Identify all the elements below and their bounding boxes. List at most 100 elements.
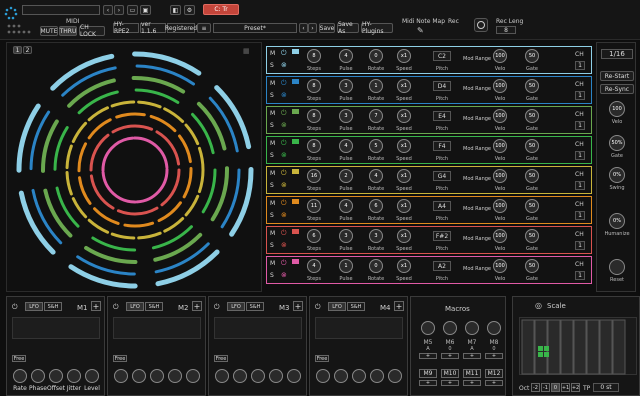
lfo-knob[interactable] (215, 369, 229, 383)
speed-knob[interactable]: x1 (397, 199, 411, 213)
velo-knob[interactable]: 100 (493, 199, 507, 213)
ch-lock-button[interactable]: CH LOCK (79, 24, 105, 38)
preset-prev-button[interactable]: ‹ (299, 23, 308, 33)
solo-button[interactable]: S (270, 212, 274, 219)
random-icon[interactable]: ⊗ (281, 181, 287, 189)
steps-knob[interactable]: 8 (307, 139, 321, 153)
preset-name[interactable]: Preset* (213, 23, 297, 33)
track-color-chip[interactable] (292, 169, 299, 174)
sh-tab[interactable]: S&H (347, 302, 365, 311)
track-color-chip[interactable] (292, 229, 299, 234)
macro-knob[interactable] (421, 321, 435, 335)
solo-button[interactable]: S (270, 182, 274, 189)
track-color-chip[interactable] (292, 199, 299, 204)
power-icon[interactable]: ⏻ (281, 79, 287, 88)
velo-knob[interactable]: 100 (493, 49, 507, 63)
random-icon[interactable]: ⊗ (281, 91, 287, 99)
pulse-knob[interactable]: 2 (339, 169, 353, 183)
lfo-knob[interactable] (150, 369, 164, 383)
macro-knob[interactable] (443, 321, 457, 335)
power-icon[interactable]: ⏻ (281, 49, 287, 58)
pitch-value[interactable]: F4 (433, 141, 451, 151)
macro-add-button[interactable]: + (485, 380, 503, 386)
pitch-value[interactable]: F#2 (433, 231, 451, 241)
gate-knob[interactable]: 50 (525, 49, 539, 63)
brand-button[interactable]: HY-Plugins (361, 21, 393, 35)
view-icon[interactable]: ◧ (170, 5, 181, 15)
solo-button[interactable]: S (270, 152, 274, 159)
track-color-chip[interactable] (292, 139, 299, 144)
lfo-knob[interactable] (13, 369, 27, 383)
mute-button[interactable]: M (270, 140, 275, 147)
division-value[interactable]: 1/16 (601, 49, 633, 59)
speed-knob[interactable]: x1 (397, 169, 411, 183)
power-icon[interactable]: ⏻ (12, 303, 18, 312)
random-icon[interactable]: ⊗ (281, 61, 287, 69)
power-icon[interactable]: ⏻ (281, 229, 287, 238)
rotate-knob[interactable]: 7 (369, 109, 383, 123)
humanize-knob[interactable]: 0% (609, 213, 625, 229)
gate-knob[interactable]: 50 (525, 169, 539, 183)
next-button[interactable]: › (114, 5, 124, 15)
solo-button[interactable]: S (270, 272, 274, 279)
macro-add-button[interactable]: + (463, 353, 481, 359)
lfo-knob[interactable] (251, 369, 265, 383)
speed-knob[interactable]: x1 (397, 229, 411, 243)
speed-knob[interactable]: x1 (397, 139, 411, 153)
power-icon[interactable]: ⏻ (113, 303, 119, 312)
rotate-knob[interactable]: 0 (369, 49, 383, 63)
rotate-knob[interactable]: 6 (369, 199, 383, 213)
gate-knob[interactable]: 50 (525, 229, 539, 243)
rotate-knob[interactable]: 0 (369, 259, 383, 273)
mute-button[interactable]: MUTE (40, 26, 58, 36)
pulse-knob[interactable]: 4 (339, 199, 353, 213)
lfo-knob[interactable] (186, 369, 200, 383)
ch-value[interactable]: 1 (575, 241, 585, 250)
mute-button[interactable]: M (270, 50, 275, 57)
mute-button[interactable]: M (270, 170, 275, 177)
steps-knob[interactable]: 11 (307, 199, 321, 213)
free-button[interactable]: Free (315, 355, 329, 362)
add-button[interactable]: + (394, 301, 404, 311)
rotate-knob[interactable]: 5 (369, 139, 383, 153)
solo-button[interactable]: S (270, 62, 274, 69)
solo-button[interactable]: S (270, 242, 274, 249)
swing-knob[interactable]: 0% (609, 167, 625, 183)
mute-button[interactable]: M (270, 110, 275, 117)
macro-button[interactable]: M9 (419, 369, 437, 378)
lfo-knob[interactable] (114, 369, 128, 383)
gate-knob[interactable]: 50 (525, 109, 539, 123)
ch-value[interactable]: 1 (575, 91, 585, 100)
lfo-knob[interactable] (352, 369, 366, 383)
sh-tab[interactable]: S&H (44, 302, 62, 311)
piano-keys[interactable] (519, 317, 637, 375)
power-icon[interactable]: ⏻ (214, 303, 220, 312)
pulse-knob[interactable]: 3 (339, 109, 353, 123)
lfo-knob[interactable] (334, 369, 348, 383)
velo-knob[interactable]: 100 (493, 139, 507, 153)
macro-add-button[interactable]: + (441, 380, 459, 386)
gate-knob[interactable]: 50 (525, 79, 539, 93)
ch-value[interactable]: 1 (575, 271, 585, 280)
free-button[interactable]: Free (12, 355, 26, 362)
oct-button[interactable]: 0 (551, 383, 560, 392)
ch-value[interactable]: 1 (575, 181, 585, 190)
lfo-knob[interactable] (233, 369, 247, 383)
track-color-chip[interactable] (292, 259, 299, 264)
lfo-knob[interactable] (287, 369, 301, 383)
preset-next-button[interactable]: › (308, 23, 317, 33)
pitch-value[interactable]: E4 (433, 111, 451, 121)
solo-button[interactable]: S (270, 92, 274, 99)
speed-knob[interactable]: x1 (397, 259, 411, 273)
thru-button[interactable]: THRU (59, 26, 77, 36)
lfo-knob[interactable] (31, 369, 45, 383)
save-as-button[interactable]: Save As (337, 21, 359, 35)
random-icon[interactable]: ⊗ (281, 241, 287, 249)
velo-knob[interactable]: 100 (493, 169, 507, 183)
resync-button[interactable]: Re-Sync (600, 84, 634, 94)
track-color-chip[interactable] (292, 79, 299, 84)
steps-knob[interactable]: 4 (307, 259, 321, 273)
rec-button[interactable] (474, 18, 488, 32)
velo-knob[interactable]: 100 (609, 101, 625, 117)
free-button[interactable]: Free (113, 355, 127, 362)
